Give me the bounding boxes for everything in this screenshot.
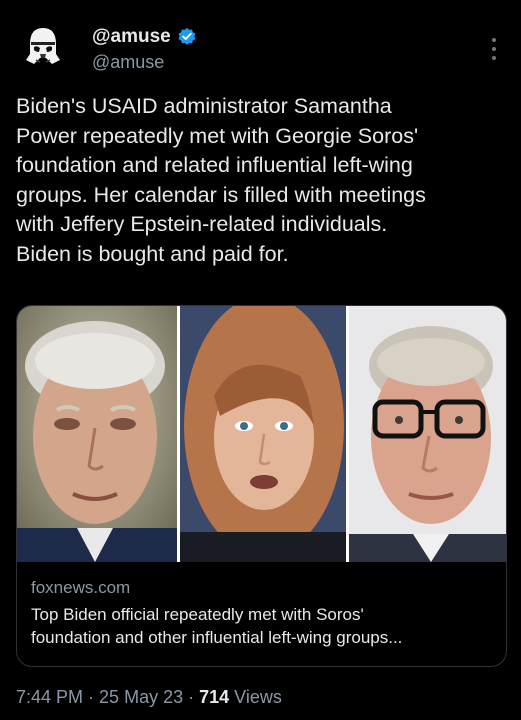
handle[interactable]: @amuse (92, 52, 197, 73)
tweet-time[interactable]: 7:44 PM (16, 687, 83, 708)
views-count[interactable]: 714 (199, 687, 229, 708)
tweet-meta: 7:44 PM · 25 May 23 · 714 Views (16, 687, 282, 708)
tweet-date[interactable]: 25 May 23 (99, 687, 183, 708)
views-label: Views (234, 687, 282, 707)
meta-separator: · (88, 687, 95, 707)
card-domain: foxnews.com (31, 578, 131, 597)
card-photo-middle (180, 306, 346, 562)
card-title[interactable]: Top Biden official repeatedly met with S… (31, 603, 501, 649)
stormtrooper-helmet-icon (16, 20, 70, 74)
more-options-icon[interactable] (491, 38, 497, 60)
tweet-text: Biden's USAID administrator Samantha Pow… (16, 94, 426, 266)
card-photo-right (349, 306, 506, 562)
display-name-row: @amuse (92, 26, 197, 48)
author-names: @amuse @amuse (92, 26, 197, 73)
card-photo-left (17, 306, 177, 562)
card-image[interactable] (17, 306, 506, 562)
link-card[interactable]: foxnews.com Top Biden official repeatedl… (16, 305, 507, 667)
verified-badge-icon (178, 27, 196, 45)
tweet[interactable]: @amuse @amuse Biden's USAID administrato… (0, 0, 521, 720)
tweet-header: @amuse @amuse (16, 20, 505, 76)
meta-separator: · (188, 687, 195, 707)
display-name[interactable]: @amuse (92, 26, 171, 48)
avatar[interactable] (16, 20, 70, 74)
